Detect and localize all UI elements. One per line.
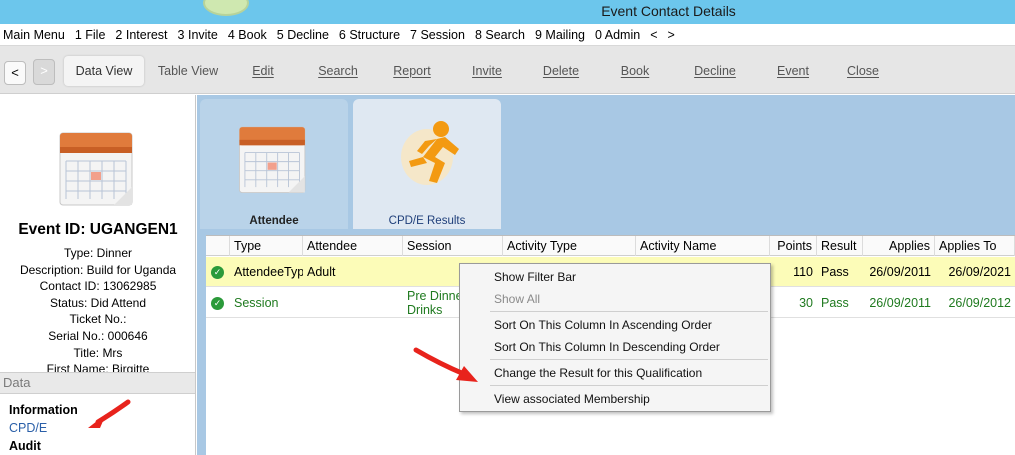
detail-ticket-no: Ticket No.: bbox=[69, 312, 127, 327]
data-section-header: Data bbox=[0, 372, 195, 394]
detail-contact-id: Contact ID: 13062985 bbox=[39, 279, 157, 294]
menu-item-change-result[interactable]: Change the Result for this Qualification bbox=[494, 366, 702, 380]
menu-item-show-filter-bar[interactable]: Show Filter Bar bbox=[494, 270, 576, 284]
menu-session[interactable]: 7 Session bbox=[410, 28, 465, 42]
cell-points: 30 bbox=[799, 296, 813, 310]
menu-file[interactable]: 1 File bbox=[75, 28, 106, 42]
cell-result: Pass bbox=[821, 265, 849, 279]
search-button[interactable]: Search bbox=[313, 56, 363, 86]
detail-serial-no: Serial No.: 000646 bbox=[48, 328, 148, 343]
cell-type: AttendeeType bbox=[234, 265, 303, 279]
close-button[interactable]: Close bbox=[842, 56, 884, 86]
menu-item-sort-descending[interactable]: Sort On This Column In Descending Order bbox=[494, 340, 720, 354]
menu-separator bbox=[490, 311, 768, 312]
context-menu: Show Filter Bar Show All Sort On This Co… bbox=[459, 263, 771, 412]
tab-cpd-results-label: CPD/E Results bbox=[388, 215, 466, 227]
menu-mailing[interactable]: 9 Mailing bbox=[535, 28, 585, 42]
cell-points: 110 bbox=[793, 265, 813, 279]
report-button[interactable]: Report bbox=[388, 56, 436, 86]
cell-result: Pass bbox=[821, 296, 849, 310]
detail-type: Type: Dinner bbox=[63, 246, 133, 260]
menu-admin[interactable]: 0 Admin bbox=[595, 28, 640, 42]
header-attendee[interactable]: Attendee bbox=[303, 236, 403, 256]
cpd-link[interactable]: CPD/E bbox=[9, 419, 78, 437]
header-session[interactable]: Session bbox=[403, 236, 503, 256]
edit-button[interactable]: Edit bbox=[240, 56, 286, 86]
menu-search[interactable]: 8 Search bbox=[475, 28, 525, 42]
check-icon: ✓ bbox=[211, 266, 224, 279]
calendar-icon bbox=[234, 119, 314, 200]
cell-attendee bbox=[303, 288, 403, 318]
menu-bar: Main Menu 1 File 2 Interest 3 Invite 4 B… bbox=[0, 24, 1015, 46]
event-details: Type: Dinner Description: Build for Ugan… bbox=[0, 245, 195, 378]
tab-attendee[interactable]: Attendee bbox=[200, 99, 348, 229]
menu-main-menu[interactable]: Main Menu bbox=[3, 28, 65, 42]
menu-separator bbox=[490, 359, 768, 360]
cell-applies: 26/09/2011 bbox=[869, 296, 931, 310]
menu-decline[interactable]: 5 Decline bbox=[277, 28, 329, 42]
cell-applies: 26/09/2011 bbox=[869, 265, 931, 279]
tab-strip: Attendee CPD/E Results bbox=[197, 95, 1015, 229]
event-id-heading: Event ID: UGANGEN1 bbox=[18, 221, 178, 238]
decline-button[interactable]: Decline bbox=[688, 56, 742, 86]
audit-link[interactable]: Audit bbox=[9, 437, 78, 455]
menu-book[interactable]: 4 Book bbox=[228, 28, 267, 42]
header-type[interactable]: Type bbox=[230, 236, 303, 256]
annotation-arrow-icon bbox=[413, 347, 478, 382]
menu-item-view-membership[interactable]: View associated Membership bbox=[494, 392, 650, 406]
information-link[interactable]: Information bbox=[9, 401, 78, 419]
runner-icon bbox=[397, 117, 467, 196]
cell-type: Session bbox=[234, 296, 279, 310]
calendar-icon bbox=[54, 125, 142, 212]
menu-scroll-right[interactable]: > bbox=[668, 28, 675, 42]
menu-item-show-all: Show All bbox=[494, 292, 541, 306]
menu-interest[interactable]: 2 Interest bbox=[115, 28, 167, 42]
forward-button[interactable]: > bbox=[33, 59, 55, 85]
cell-applies-to: 26/09/2012 bbox=[948, 296, 1011, 310]
cell-attendee: Adult bbox=[307, 265, 336, 279]
header-status bbox=[206, 236, 230, 256]
detail-description: Description: Build for Uganda bbox=[19, 262, 177, 277]
window-title: Event Contact Details bbox=[601, 3, 736, 19]
back-button[interactable]: < bbox=[4, 61, 26, 85]
header-applies-to[interactable]: Applies To bbox=[935, 236, 1015, 256]
header-points[interactable]: Points bbox=[770, 236, 817, 256]
table-view-button[interactable]: Table View bbox=[152, 56, 224, 86]
check-icon: ✓ bbox=[211, 297, 224, 310]
menu-separator bbox=[490, 385, 768, 386]
menu-invite[interactable]: 3 Invite bbox=[178, 28, 218, 42]
header-applies[interactable]: Applies bbox=[863, 236, 935, 256]
menu-scroll-left[interactable]: < bbox=[650, 28, 657, 42]
menu-structure[interactable]: 6 Structure bbox=[339, 28, 400, 42]
header-activity-name[interactable]: Activity Name bbox=[636, 236, 770, 256]
header-activity-type[interactable]: Activity Type bbox=[503, 236, 636, 256]
detail-title: Title: Mrs bbox=[73, 345, 123, 360]
title-bar: Event Contact Details bbox=[0, 0, 1015, 24]
invite-button[interactable]: Invite bbox=[466, 56, 508, 86]
menu-item-sort-ascending[interactable]: Sort On This Column In Ascending Order bbox=[494, 318, 712, 332]
annotation-arrow-icon bbox=[88, 399, 131, 428]
data-links: Information CPD/E Audit bbox=[9, 401, 78, 455]
book-button[interactable]: Book bbox=[616, 56, 654, 86]
tab-cpd-results[interactable]: CPD/E Results bbox=[353, 99, 501, 229]
data-view-button[interactable]: Data View bbox=[64, 56, 144, 86]
delete-button[interactable]: Delete bbox=[538, 56, 584, 86]
grid-header: Type Attendee Session Activity Type Acti… bbox=[206, 236, 1015, 256]
cell-applies-to: 26/09/2021 bbox=[948, 265, 1011, 279]
toolbar: < > Data View Table View Edit Search Rep… bbox=[0, 46, 1015, 94]
header-result[interactable]: Result bbox=[817, 236, 863, 256]
tab-attendee-label: Attendee bbox=[249, 215, 299, 227]
event-button[interactable]: Event bbox=[772, 56, 814, 86]
detail-status: Status: Did Attend bbox=[49, 295, 147, 310]
